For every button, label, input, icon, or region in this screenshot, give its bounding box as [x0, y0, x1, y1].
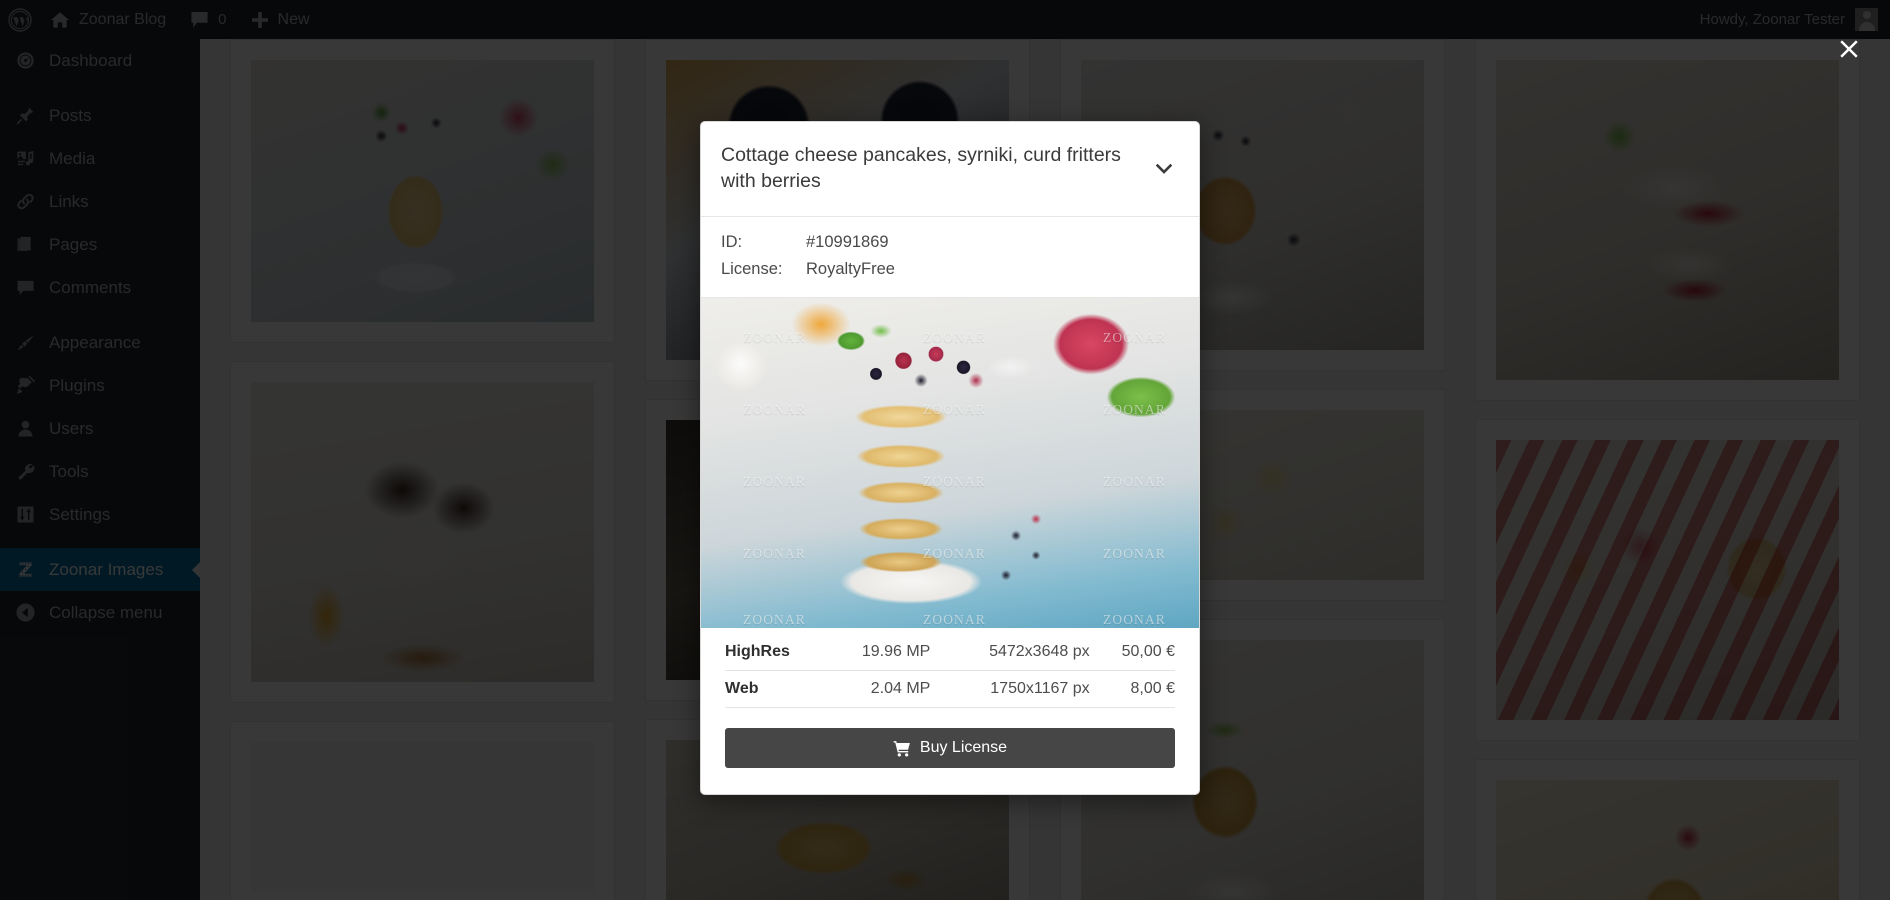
- preview-photo: [701, 298, 1199, 629]
- price-row-price: 50,00 €: [1093, 634, 1175, 672]
- close-x-icon: [1836, 36, 1862, 62]
- metadata-label: License:: [721, 260, 783, 279]
- price-table: HighRes 19.96 MP 5472x3648 px 50,00 € We…: [725, 634, 1175, 709]
- metadata-value: #10991869: [806, 233, 889, 251]
- close-modal-button[interactable]: [1830, 30, 1868, 68]
- metadata-value: RoyaltyFree: [806, 260, 895, 279]
- image-preview[interactable]: ZOONAR ZOONAR ZOONAR ZOONAR ZOONAR ZOONA…: [701, 298, 1199, 629]
- metadata-row: License: RoyaltyFree: [721, 256, 1179, 283]
- table-row[interactable]: HighRes 19.96 MP 5472x3648 px 50,00 €: [725, 634, 1175, 672]
- buy-license-label: Buy License: [919, 739, 1008, 757]
- image-metadata: ID: #10991869 License: RoyaltyFree: [701, 217, 1199, 299]
- buy-license-button[interactable]: Buy License: [725, 728, 1175, 769]
- table-row[interactable]: Web 2.04 MP 1750x1167 px 8,00 €: [725, 670, 1175, 709]
- price-row-dimensions: 1750x1167 px: [934, 670, 1094, 709]
- metadata-row: ID: #10991869: [721, 229, 1179, 256]
- image-detail-modal: Cottage cheese pancakes, syrniki, curd f…: [700, 121, 1200, 796]
- page-title: Cottage cheese pancakes, syrniki, curd f…: [721, 144, 1121, 192]
- modal-header[interactable]: Cottage cheese pancakes, syrniki, curd f…: [701, 122, 1199, 217]
- price-row-dimensions: 5472x3648 px: [934, 634, 1094, 672]
- price-table-wrapper: HighRes 19.96 MP 5472x3648 px 50,00 € We…: [701, 628, 1199, 709]
- price-row-name: Web: [725, 670, 824, 709]
- price-row-price: 8,00 €: [1093, 670, 1175, 709]
- metadata-label: ID:: [721, 233, 743, 251]
- buy-button-wrapper: Buy License: [701, 708, 1199, 794]
- price-row-megapixels: 2.04 MP: [823, 670, 935, 709]
- shopping-cart-icon: [893, 740, 911, 757]
- chevron-down-icon[interactable]: [1149, 154, 1179, 184]
- price-row-megapixels: 19.96 MP: [823, 634, 935, 672]
- price-row-name: HighRes: [725, 634, 824, 672]
